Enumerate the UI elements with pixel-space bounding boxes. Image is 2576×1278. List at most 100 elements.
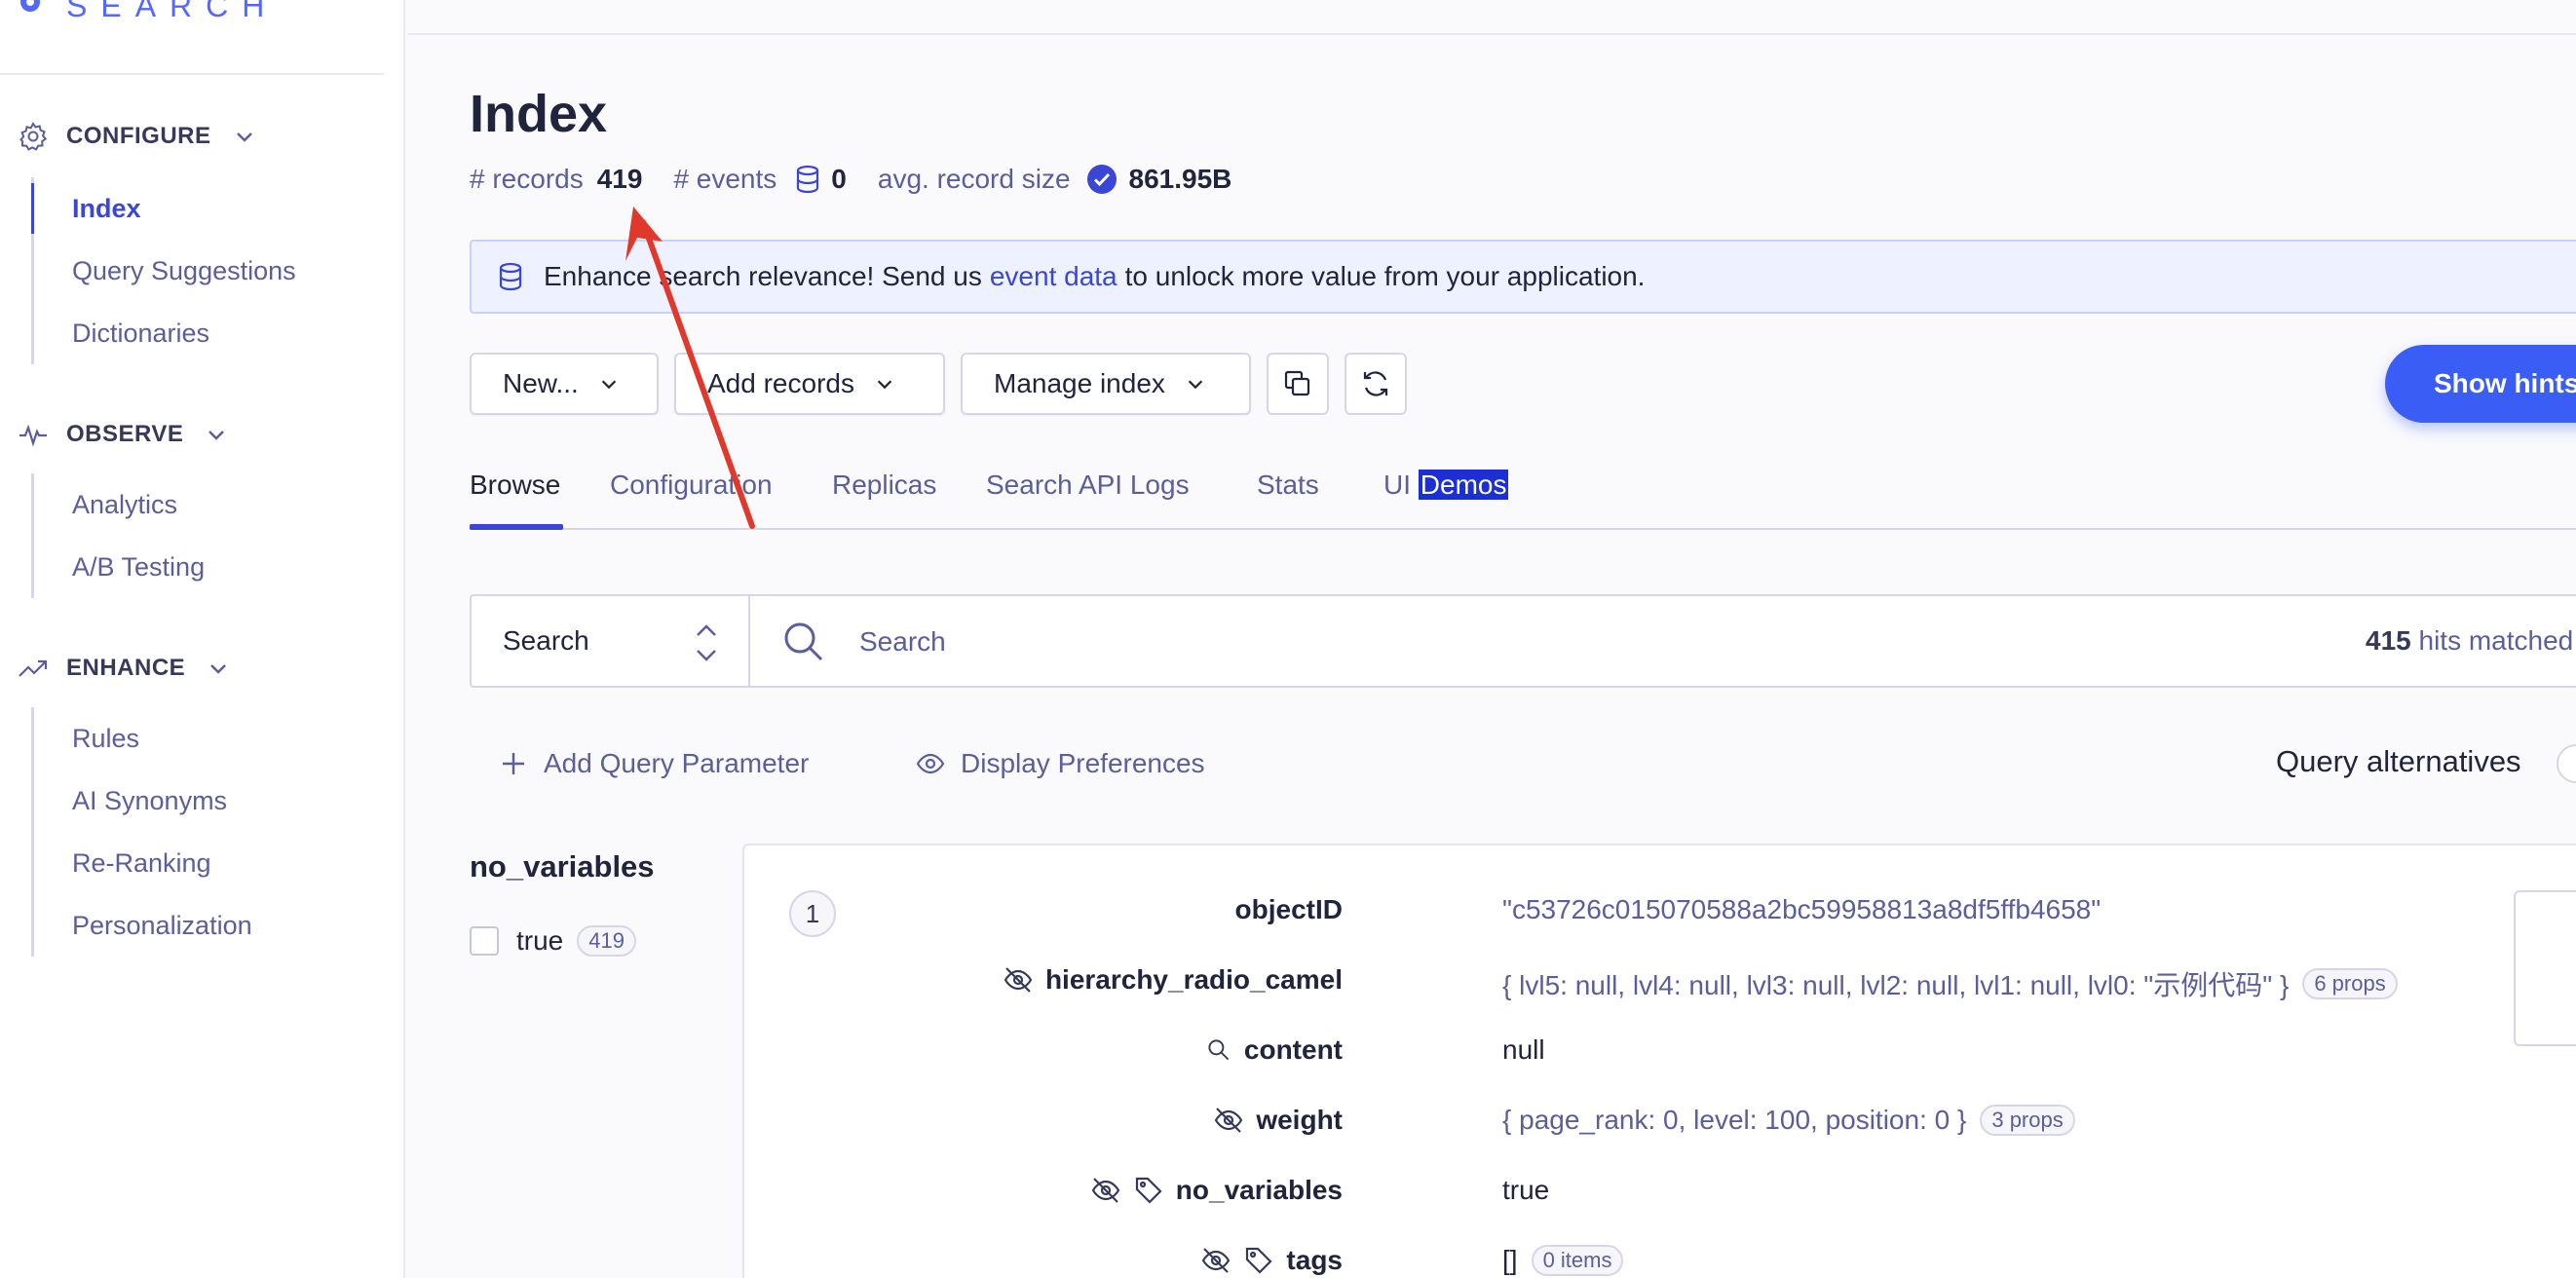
tab-active-indicator (470, 524, 563, 530)
attribute-row: hierarchy_radio_camel { lvl5: null, lvl4… (744, 964, 2576, 1003)
record-card: 1 objectID "c53726c015070588a2bc59958813… (742, 844, 2576, 1278)
events-label: # events (673, 164, 777, 194)
tag-icon (1246, 1247, 1272, 1274)
hits-suffix: hits matched (2418, 625, 2574, 656)
records-label: # records (470, 164, 584, 194)
observe-nav: Analytics A/B Testing (31, 473, 205, 598)
attribute-row: tags [] 0 items (744, 1245, 2576, 1278)
logo-text: SEARCH (66, 0, 279, 23)
sidebar-item-analytics[interactable]: Analytics (34, 473, 205, 536)
tab-ui-demos[interactable]: UI Demos (1383, 470, 1509, 501)
attribute-value: true (1502, 1175, 1549, 1206)
avg-size-label: avg. record size (877, 164, 1071, 194)
eye-off-icon (1202, 1248, 1231, 1273)
copy-button[interactable] (1267, 353, 1329, 415)
refresh-button[interactable] (1345, 353, 1407, 415)
search-bar: Search 415 hits matched (470, 594, 2576, 688)
add-records-button[interactable]: Add records (674, 353, 945, 415)
chevron-down-icon (208, 431, 225, 440)
facet-item[interactable]: true 419 (470, 925, 636, 957)
attribute-key-label: tags (1286, 1245, 1343, 1275)
database-icon (499, 262, 522, 291)
display-preferences-label: Display Preferences (961, 748, 1205, 778)
search-mode-select[interactable]: Search (472, 596, 750, 686)
header-divider (407, 33, 2576, 35)
section-configure[interactable]: CONFIGURE (18, 121, 256, 152)
chevron-down-icon (601, 380, 617, 390)
sidebar-item-ai-synonyms[interactable]: AI Synonyms (34, 770, 252, 832)
tab-replicas[interactable]: Replicas (832, 470, 936, 501)
chevron-down-icon (210, 664, 227, 674)
attribute-key-label: no_variables (1175, 1175, 1343, 1205)
logo[interactable]: SEARCH (18, 0, 278, 25)
attribute-value-text: "c53726c015070588a2bc59958813a8df5ffb465… (1502, 894, 2102, 924)
search-icon (784, 622, 823, 661)
facet-item-label: true (516, 925, 564, 956)
banner-text-prefix: Enhance search relevance! Send us (544, 261, 982, 291)
eye-off-icon (1004, 967, 1033, 993)
index-stats: # records 419 # events 0 avg. record siz… (470, 164, 1231, 195)
refresh-icon (1363, 371, 1388, 396)
attribute-key: hierarchy_radio_camel (1003, 964, 1343, 996)
attribute-value: { lvl5: null, lvl4: null, lvl3: null, lv… (1502, 964, 2398, 1003)
manage-index-button[interactable]: Manage index (961, 353, 1251, 415)
sidebar-item-rules[interactable]: Rules (34, 707, 252, 770)
tab-stats[interactable]: Stats (1257, 470, 1319, 501)
attribute-value: "c53726c015070588a2bc59958813a8df5ffb465… (1502, 894, 2101, 925)
props-badge[interactable]: 3 props (1980, 1105, 2075, 1136)
props-badge[interactable]: 6 props (2302, 968, 2398, 999)
attribute-key: no_variables (1090, 1175, 1343, 1206)
avg-size-value: 861.95B (1128, 164, 1232, 194)
sidebar-item-query-suggestions[interactable]: Query Suggestions (34, 240, 296, 302)
activity-icon (19, 424, 47, 447)
attribute-value: [] 0 items (1502, 1245, 1624, 1276)
sidebar-item-personalization[interactable]: Personalization (34, 894, 252, 957)
configure-nav: Index Query Suggestions Dictionaries (31, 177, 296, 364)
attribute-row: weight { page_rank: 0, level: 100, posit… (744, 1105, 2576, 1144)
chevron-down-icon (236, 132, 252, 142)
search-icon (1208, 1039, 1230, 1061)
section-enhance-label: ENHANCE (66, 655, 186, 681)
tab-browse[interactable]: Browse (470, 470, 560, 501)
check-circle-icon (1086, 165, 1117, 194)
attribute-key-label: weight (1256, 1105, 1343, 1135)
query-alternatives-toggle[interactable] (2557, 744, 2576, 783)
tab-configuration[interactable]: Configuration (610, 470, 773, 501)
new-button[interactable]: New... (470, 353, 659, 415)
tab-search-api-logs[interactable]: Search API Logs (986, 470, 1190, 501)
query-alternatives-label: Query alternatives (2276, 744, 2521, 778)
search-input[interactable] (859, 616, 2028, 668)
chevron-up-down-icon (697, 624, 716, 661)
section-observe[interactable]: OBSERVE (18, 419, 228, 450)
sidebar-item-ab-testing[interactable]: A/B Testing (34, 536, 205, 598)
attribute-value: { page_rank: 0, level: 100, position: 0 … (1502, 1105, 2075, 1136)
page-title: Index (470, 85, 608, 143)
display-preferences-button[interactable]: Display Preferences (916, 748, 1205, 779)
items-badge[interactable]: 0 items (1531, 1245, 1624, 1276)
attribute-value-text: [] (1502, 1245, 1518, 1275)
attribute-value: null (1502, 1034, 1545, 1066)
attribute-value-text: { lvl5: null, lvl4: null, lvl3: null, lv… (1502, 970, 2290, 1000)
index-tabs: Browse Configuration Replicas Search API… (470, 470, 2576, 530)
attribute-row: content null (744, 1034, 2576, 1073)
facet-checkbox[interactable] (470, 926, 499, 956)
sidebar-item-dictionaries[interactable]: Dictionaries (34, 302, 296, 364)
hits-matched: 415 hits matched (2366, 625, 2573, 657)
attribute-key-label: hierarchy_radio_camel (1044, 964, 1343, 995)
section-enhance[interactable]: ENHANCE (18, 653, 230, 684)
sidebar-item-re-ranking[interactable]: Re-Ranking (34, 832, 252, 894)
add-records-label: Add records (707, 368, 854, 398)
add-query-parameter-button[interactable]: Add Query Parameter (499, 748, 809, 779)
hits-count: 415 (2366, 625, 2411, 656)
show-hints-button[interactable]: Show hints (2385, 345, 2576, 423)
event-data-link[interactable]: event data (990, 261, 1118, 292)
events-value: 0 (831, 164, 847, 194)
attribute-value-text: true (1502, 1175, 1550, 1205)
tag-icon (1135, 1177, 1162, 1204)
sidebar-item-index[interactable]: Index (31, 177, 296, 240)
attribute-value-text: null (1502, 1034, 1545, 1065)
trending-up-icon (19, 659, 48, 677)
attribute-key: content (1205, 1034, 1343, 1066)
search-mode-value: Search (503, 625, 589, 656)
attribute-value-text: { page_rank: 0, level: 100, position: 0 … (1502, 1105, 1967, 1135)
